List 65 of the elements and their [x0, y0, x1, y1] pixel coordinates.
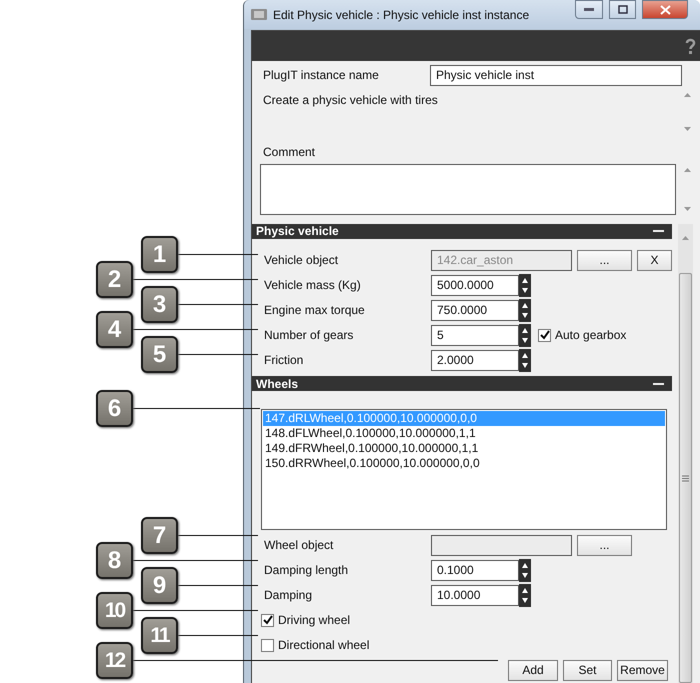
number-field[interactable]: 10.0000: [431, 584, 519, 606]
list-item[interactable]: 149.dFRWheel,0.100000,10.000000,1,1: [263, 440, 665, 456]
close-button[interactable]: [642, 0, 688, 19]
callout-badge: 8: [96, 542, 133, 579]
grip-icon: [682, 474, 689, 482]
callout-badge: 4: [96, 311, 133, 348]
collapse-icon[interactable]: [653, 382, 664, 385]
number-field[interactable]: 750.0000: [431, 300, 519, 321]
object-field: 142.car_aston: [431, 250, 572, 271]
comment-label: Comment: [263, 145, 316, 159]
minimize-icon: [584, 8, 594, 11]
spinner-control[interactable]: [519, 298, 531, 322]
callout-badge: 2: [96, 261, 133, 298]
spinner-control[interactable]: [519, 558, 531, 582]
callout-badge: 12: [96, 642, 133, 679]
callout-badge: 1: [141, 236, 178, 273]
list-item[interactable]: 150.dRRWheel,0.100000,10.000000,0,0: [263, 456, 665, 471]
callout-badge: 3: [141, 286, 178, 323]
field-label: Friction: [264, 353, 304, 368]
number-field[interactable]: 5: [431, 324, 519, 346]
spinner-control[interactable]: [519, 584, 531, 607]
instance-name-field[interactable]: Physic vehicle inst: [430, 64, 682, 86]
checkbox-label: Auto gearbox: [555, 328, 626, 342]
maximize-button[interactable]: [609, 0, 636, 19]
callout-badge: 9: [141, 567, 178, 604]
section-header[interactable]: Physic vehicle: [252, 224, 672, 239]
set-button[interactable]: Set: [563, 660, 612, 681]
remove-button[interactable]: Remove: [617, 660, 668, 681]
checkbox-label: Directional wheel: [278, 638, 370, 652]
callout-badge: 7: [141, 517, 178, 554]
field-label: Wheel object: [264, 538, 334, 552]
scrollbar[interactable]: [678, 224, 693, 683]
number-field[interactable]: 5000.0000: [431, 274, 519, 296]
maximize-icon: [618, 5, 628, 14]
comment-field[interactable]: [260, 164, 676, 215]
field-label: Vehicle object: [264, 253, 340, 268]
field-label: Damping length: [264, 563, 350, 578]
field-label: Damping: [264, 588, 314, 602]
checkbox[interactable]: [538, 328, 551, 342]
minimize-button[interactable]: [575, 0, 603, 19]
collapse-icon[interactable]: [653, 230, 664, 232]
description-text: Create a physic vehicle with tires: [263, 92, 439, 109]
field-label: Vehicle mass (Kg): [264, 278, 362, 292]
callout-badge: 11: [141, 617, 178, 654]
spinner-control[interactable]: [519, 274, 531, 297]
add-button[interactable]: Add: [508, 660, 558, 681]
number-field[interactable]: 2.0000: [431, 350, 519, 371]
app-icon: [251, 8, 267, 21]
field-label: Engine max torque: [264, 303, 366, 318]
list-item[interactable]: 148.dFLWheel,0.100000,10.000000,1,1: [263, 426, 665, 441]
spinner-control[interactable]: [519, 348, 531, 372]
callout-badge: 10: [96, 592, 133, 629]
window-title: Edit Physic vehicle : Physic vehicle inst instance: [273, 8, 530, 22]
callout-badge: 5: [141, 336, 178, 373]
section-header[interactable]: Wheels: [252, 376, 672, 391]
callout-badge: 6: [96, 390, 133, 427]
field-label: PlugIT instance name: [263, 68, 380, 82]
field-label: Number of gears: [264, 328, 354, 342]
checkbox-label: Driving wheel: [278, 613, 350, 628]
checkbox[interactable]: [261, 614, 274, 627]
spinner-control[interactable]: [519, 324, 531, 347]
checkbox[interactable]: [261, 638, 274, 652]
help-icon[interactable]: [685, 38, 696, 54]
close-icon: [660, 4, 670, 14]
number-field[interactable]: 0.1000: [431, 560, 519, 581]
